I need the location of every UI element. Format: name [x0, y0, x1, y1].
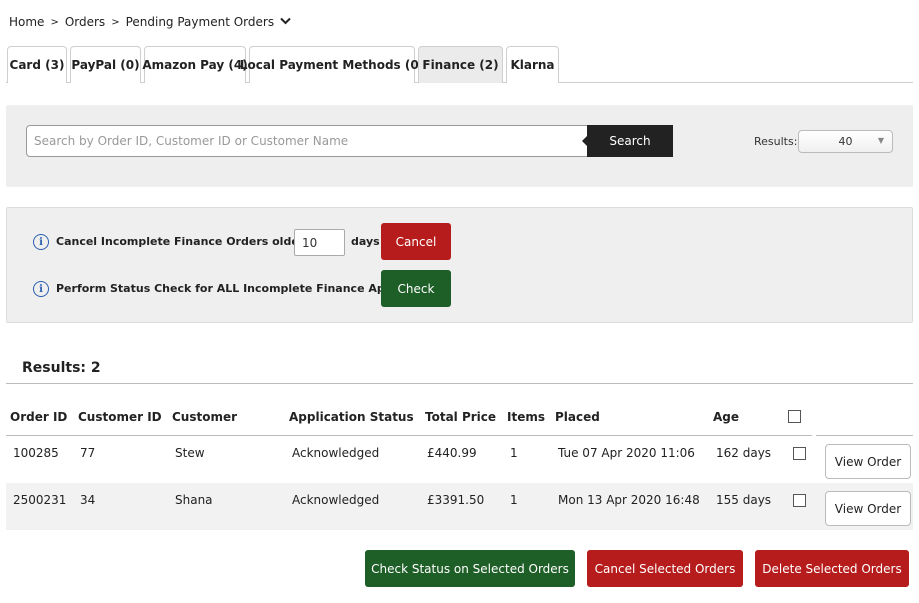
delete-selected-button[interactable]: Delete Selected Orders — [755, 550, 909, 587]
tab-paypal[interactable]: PayPal (0) — [70, 46, 141, 83]
search-button[interactable]: Search — [582, 125, 673, 157]
total-price-cell: £440.99 — [427, 446, 477, 460]
column-header-total-price: Total Price — [425, 410, 497, 424]
breadcrumb-orders[interactable]: Orders — [65, 15, 105, 29]
order-id-cell: 2500231 — [13, 493, 67, 507]
order-id-cell: 100285 — [13, 446, 59, 460]
tab-amazon-pay[interactable]: Amazon Pay (4) — [142, 46, 248, 83]
check-button[interactable]: Check — [381, 270, 451, 307]
tab-local-payment-methods[interactable]: Local Payment Methods (0) — [240, 46, 424, 83]
results-per-page-label: Results: — [754, 135, 798, 148]
breadcrumb-separator: > — [50, 16, 59, 28]
status-cell: Acknowledged — [292, 446, 380, 460]
tab-card[interactable]: Card (3) — [7, 46, 67, 83]
column-header-customer-id: Customer ID — [78, 410, 162, 424]
info-icon[interactable]: i — [33, 281, 49, 297]
cancel-button[interactable]: Cancel — [381, 223, 451, 260]
finance-actions-panel — [6, 207, 913, 323]
customer-id-cell: 34 — [80, 493, 96, 507]
tab-klarna[interactable]: Klarna — [506, 46, 559, 83]
results-count: Results: 2 — [22, 360, 101, 376]
breadcrumb: Home > Orders > Pending Payment Orders — [9, 15, 291, 29]
total-price-cell: £3391.50 — [427, 493, 485, 507]
info-icon[interactable]: i — [33, 234, 49, 250]
view-order-button[interactable]: View Order — [825, 444, 911, 479]
column-header-application-status: Application Status — [289, 410, 414, 424]
tab-finance[interactable]: Finance (2) — [418, 46, 503, 83]
days-input[interactable]: 10 — [294, 229, 345, 256]
placed-cell: Tue 07 Apr 2020 11:06 — [558, 446, 695, 460]
row-select-checkbox[interactable] — [793, 494, 806, 507]
column-header-customer: Customer — [172, 410, 238, 424]
dropdown-arrow-icon: ▼ — [877, 136, 884, 145]
results-per-page-select[interactable]: 40 ▼ — [798, 130, 893, 153]
column-header-age: Age — [713, 410, 740, 424]
breadcrumb-pending-payment-orders[interactable]: Pending Payment Orders — [126, 15, 275, 29]
column-header-items: Items — [507, 410, 545, 424]
chevron-down-icon[interactable] — [280, 17, 291, 28]
search-button-label: Search — [609, 134, 651, 148]
cancel-selected-button[interactable]: Cancel Selected Orders — [587, 550, 743, 587]
search-button-notch — [582, 136, 587, 146]
results-divider — [6, 383, 913, 384]
view-order-button[interactable]: View Order — [825, 491, 911, 526]
column-header-placed: Placed — [555, 410, 600, 424]
row-select-checkbox[interactable] — [793, 447, 806, 460]
age-cell: 162 days — [716, 446, 772, 460]
items-cell: 1 — [510, 493, 518, 507]
breadcrumb-separator: > — [111, 16, 120, 28]
column-header-order-id: Order ID — [10, 410, 68, 424]
age-cell: 155 days — [716, 493, 772, 507]
placed-cell: Mon 13 Apr 2020 16:48 — [558, 493, 700, 507]
search-input[interactable]: Search by Order ID, Customer ID or Custo… — [26, 125, 592, 157]
days-label: days — [351, 235, 380, 248]
breadcrumb-home[interactable]: Home — [9, 15, 44, 29]
status-cell: Acknowledged — [292, 493, 380, 507]
results-per-page-value: 40 — [838, 135, 853, 148]
customer-cell: Stew — [175, 446, 205, 460]
check-status-selected-button[interactable]: Check Status on Selected Orders — [365, 550, 575, 587]
customer-cell: Shana — [175, 493, 213, 507]
items-cell: 1 — [510, 446, 518, 460]
customer-id-cell: 77 — [80, 446, 96, 460]
select-all-checkbox[interactable] — [788, 410, 801, 423]
